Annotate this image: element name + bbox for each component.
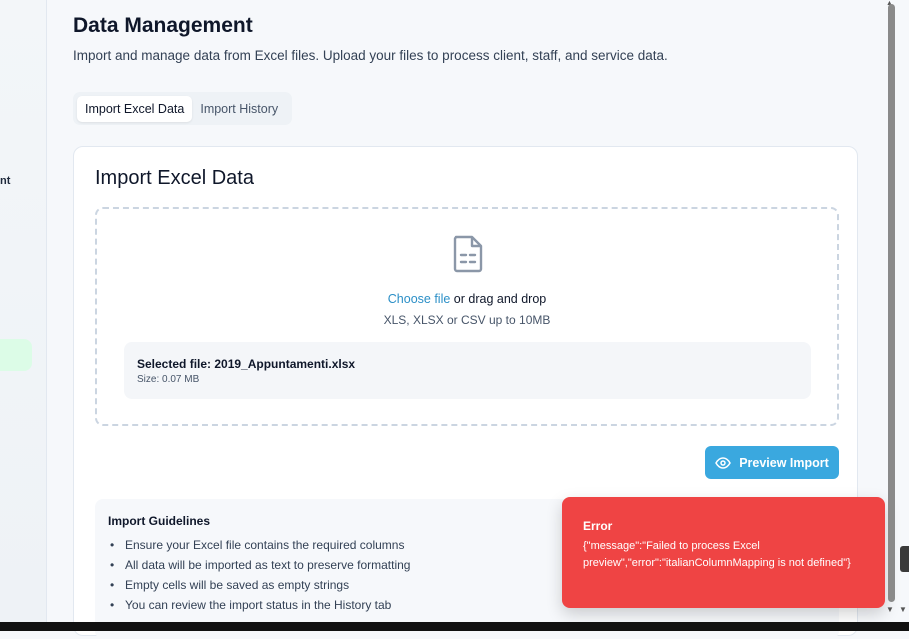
side-panel-handle[interactable] [900, 546, 909, 572]
selected-file-box: Selected file: 2019_Appuntamenti.xlsx Si… [124, 342, 811, 399]
preview-import-label: Preview Import [739, 455, 829, 470]
eye-icon [715, 456, 732, 469]
sidebar-item-label[interactable]: nt [0, 175, 10, 187]
upload-instructions: Choose file or drag and drop [97, 292, 837, 306]
file-spreadsheet-icon [453, 235, 483, 273]
list-item: Empty cells will be saved as empty strin… [108, 575, 410, 595]
preview-import-button[interactable]: Preview Import [705, 446, 839, 479]
page-subtitle: Import and manage data from Excel files.… [73, 48, 668, 63]
sidebar: nt [0, 0, 47, 631]
scroll-down-arrow-icon[interactable]: ▼ [886, 605, 894, 614]
selected-file-size: Size: 0.07 MB [137, 374, 200, 385]
file-type-hint: XLS, XLSX or CSV up to 10MB [383, 313, 551, 327]
guidelines-title: Import Guidelines [108, 514, 211, 528]
file-dropzone[interactable]: Choose file or drag and drop XLS, XLSX o… [95, 207, 839, 426]
tab-list: Import Excel Data Import History [73, 92, 292, 125]
tab-import-history[interactable]: Import History [192, 96, 286, 122]
toast-title: Error [583, 519, 613, 533]
list-item: Ensure your Excel file contains the requ… [108, 535, 410, 555]
scrollbar-thumb[interactable] [888, 4, 895, 602]
list-item: You can review the import status in the … [108, 595, 410, 615]
drag-drop-text: or drag and drop [453, 292, 547, 306]
selected-file-name: Selected file: 2019_Appuntamenti.xlsx [137, 357, 356, 371]
guidelines-list: Ensure your Excel file contains the requ… [108, 535, 410, 615]
page-title: Data Management [73, 14, 253, 37]
scroll-down-arrow-icon[interactable]: ▼ [899, 605, 907, 614]
bottom-bar [0, 622, 909, 631]
toast-message: {"message":"Failed to process Excel prev… [583, 540, 851, 569]
error-toast[interactable]: Error {"message":"Failed to process Exce… [562, 497, 885, 608]
card-title: Import Excel Data [95, 167, 254, 189]
choose-file-link[interactable]: Choose file [388, 292, 451, 306]
list-item: All data will be imported as text to pre… [108, 555, 410, 575]
sidebar-active-item[interactable] [0, 339, 32, 371]
tab-import-excel-data[interactable]: Import Excel Data [77, 95, 193, 122]
